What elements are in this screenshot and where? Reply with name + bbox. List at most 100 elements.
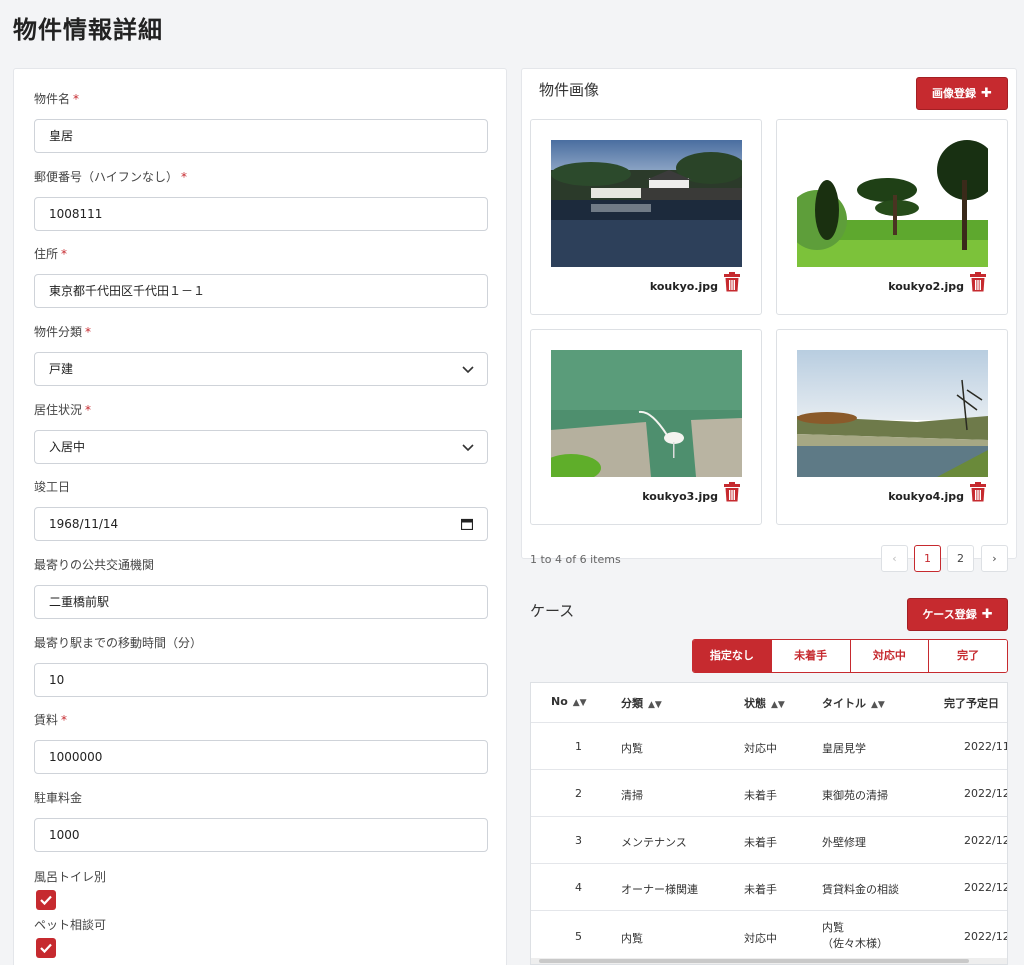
cases-title: ケース — [530, 602, 575, 620]
cell-category: メンテナンス — [621, 836, 687, 849]
table-row[interactable]: 5 内覧 対応中 内覧 （佐々木様） 2022/12, — [531, 911, 1007, 961]
table-row[interactable]: 2 清掃 未着手 東御苑の清掃 2022/12, — [531, 770, 1007, 817]
cell-due: 2022/12, — [964, 834, 1007, 847]
table-row[interactable]: 1 内覧 対応中 皇居見学 2022/11, — [531, 723, 1007, 770]
property-photo[interactable] — [551, 140, 742, 267]
cell-category: 内覧 — [621, 932, 643, 945]
parking-label: 駐車料金 — [34, 791, 83, 805]
built-label: 竣工日 — [34, 480, 71, 494]
property-photo[interactable] — [797, 350, 988, 477]
scrollbar-thumb[interactable] — [539, 959, 969, 963]
pets-checkbox[interactable] — [36, 938, 56, 958]
rent-input[interactable]: 1000000 — [34, 740, 488, 774]
check-icon — [40, 895, 52, 906]
required-mark: * — [61, 247, 68, 261]
status-filter: 指定なし 未着手 対応中 完了 — [692, 639, 1008, 673]
cell-due: 2022/12, — [964, 881, 1007, 894]
parking-input[interactable]: 1000 — [34, 818, 488, 852]
check-icon — [40, 943, 52, 954]
bath-separate-label: 風呂トイレ別 — [34, 870, 107, 884]
cell-status: 未着手 — [744, 789, 777, 802]
cell-category: 内覧 — [621, 742, 643, 755]
pets-label: ペット相談可 — [34, 918, 107, 932]
category-select[interactable]: 戸建 — [34, 352, 488, 386]
field-travel-time: 最寄り駅までの移動時間（分） 10 — [34, 635, 488, 697]
horizontal-scrollbar[interactable] — [531, 958, 1007, 964]
image-card: koukyo3.jpg — [530, 329, 762, 525]
required-mark: * — [61, 713, 68, 727]
trash-icon[interactable] — [969, 272, 987, 292]
page-title: 物件情報詳細 — [13, 16, 163, 44]
property-photo[interactable] — [551, 350, 742, 477]
pager-page-1[interactable]: 1 — [914, 545, 941, 572]
built-date-input[interactable]: 1968/11/14 — [34, 507, 488, 541]
trash-icon[interactable] — [723, 272, 741, 292]
transit-input[interactable]: 二重橋前駅 — [34, 585, 488, 619]
zip-input[interactable]: 1008111 — [34, 197, 488, 231]
zip-label: 郵便番号（ハイフンなし） — [34, 170, 179, 184]
bath-separate-checkbox[interactable] — [36, 890, 56, 910]
register-case-button[interactable]: ケース登録 ✚ — [907, 598, 1008, 631]
field-address: 住所 * 東京都千代田区千代田１－１ — [34, 246, 488, 308]
filter-in-progress[interactable]: 対応中 — [849, 640, 929, 672]
sort-icon: ▲▼ — [648, 700, 662, 710]
register-image-button[interactable]: 画像登録 ✚ — [916, 77, 1008, 110]
cell-no: 4 — [575, 881, 582, 894]
image-filename: koukyo4.jpg — [888, 490, 964, 503]
field-transit: 最寄りの公共交通機関 二重橋前駅 — [34, 557, 488, 619]
required-mark: * — [85, 325, 92, 339]
column-header-category[interactable]: 分類 ▲▼ — [621, 695, 662, 711]
image-filename: koukyo.jpg — [649, 280, 718, 293]
trash-icon[interactable] — [723, 482, 741, 502]
rent-label: 賃料 — [34, 713, 59, 727]
table-row[interactable]: 4 オーナー様関連 未着手 賃貸料金の相談 2022/12, — [531, 864, 1007, 911]
pager-next[interactable]: › — [981, 545, 1008, 572]
field-built: 竣工日 1968/11/14 — [34, 479, 488, 541]
cell-title: 皇居見学 — [822, 742, 866, 755]
cell-category: オーナー様関連 — [621, 883, 698, 896]
address-label: 住所 — [34, 247, 59, 261]
travel-time-input[interactable]: 10 — [34, 663, 488, 697]
address-input[interactable]: 東京都千代田区千代田１－１ — [34, 274, 488, 308]
pager-prev[interactable]: ‹ — [881, 545, 908, 572]
category-value: 戸建 — [49, 362, 74, 376]
pager-page-2[interactable]: 2 — [947, 545, 974, 572]
trash-icon[interactable] — [969, 482, 987, 502]
cell-due: 2022/12, — [964, 930, 1007, 943]
images-title: 物件画像 — [539, 81, 600, 99]
chevron-down-icon — [462, 366, 474, 374]
calendar-icon[interactable] — [461, 518, 473, 530]
image-card: koukyo.jpg — [530, 119, 762, 315]
filter-done[interactable]: 完了 — [928, 640, 1007, 672]
field-residence: 居住状況 * 入居中 — [34, 402, 488, 464]
cell-status: 対応中 — [744, 742, 777, 755]
column-header-no[interactable]: No ▲▼ — [551, 695, 587, 708]
filter-all[interactable]: 指定なし — [693, 640, 771, 672]
property-photo[interactable] — [797, 140, 988, 267]
filter-not-started[interactable]: 未着手 — [770, 640, 850, 672]
cell-title: 外壁修理 — [822, 836, 866, 849]
cell-title: 賃貸料金の相談 — [822, 883, 899, 896]
column-header-due[interactable]: 完了予定日 — [944, 695, 999, 711]
plus-icon: ✚ — [981, 86, 992, 101]
residence-label: 居住状況 — [34, 403, 83, 417]
cell-title-line2: （佐々木様） — [822, 937, 888, 950]
cell-status: 未着手 — [744, 883, 777, 896]
cell-no: 2 — [575, 787, 582, 800]
residence-select[interactable]: 入居中 — [34, 430, 488, 464]
pager-info: 1 to 4 of 6 items — [530, 553, 621, 566]
required-mark: * — [181, 170, 188, 184]
cases-table: No ▲▼ 分類 ▲▼ 状態 ▲▼ タイトル ▲▼ 完了予定日 1 内覧 対応中 皇居見… — [530, 682, 1008, 965]
name-input[interactable]: 皇居 — [34, 119, 488, 153]
image-filename: koukyo3.jpg — [642, 490, 718, 503]
name-label: 物件名 — [34, 92, 71, 106]
table-row[interactable]: 3 メンテナンス 未着手 外壁修理 2022/12, — [531, 817, 1007, 864]
cell-title: 東御苑の清掃 — [822, 789, 888, 802]
column-header-status[interactable]: 状態 ▲▼ — [744, 695, 785, 711]
cell-status: 対応中 — [744, 932, 777, 945]
travel-time-label: 最寄り駅までの移動時間（分） — [34, 636, 203, 650]
column-header-title[interactable]: タイトル ▲▼ — [822, 695, 885, 711]
built-value: 1968/11/14 — [49, 517, 119, 531]
transit-label: 最寄りの公共交通機関 — [34, 558, 155, 572]
register-case-label: ケース登録 — [922, 608, 977, 621]
